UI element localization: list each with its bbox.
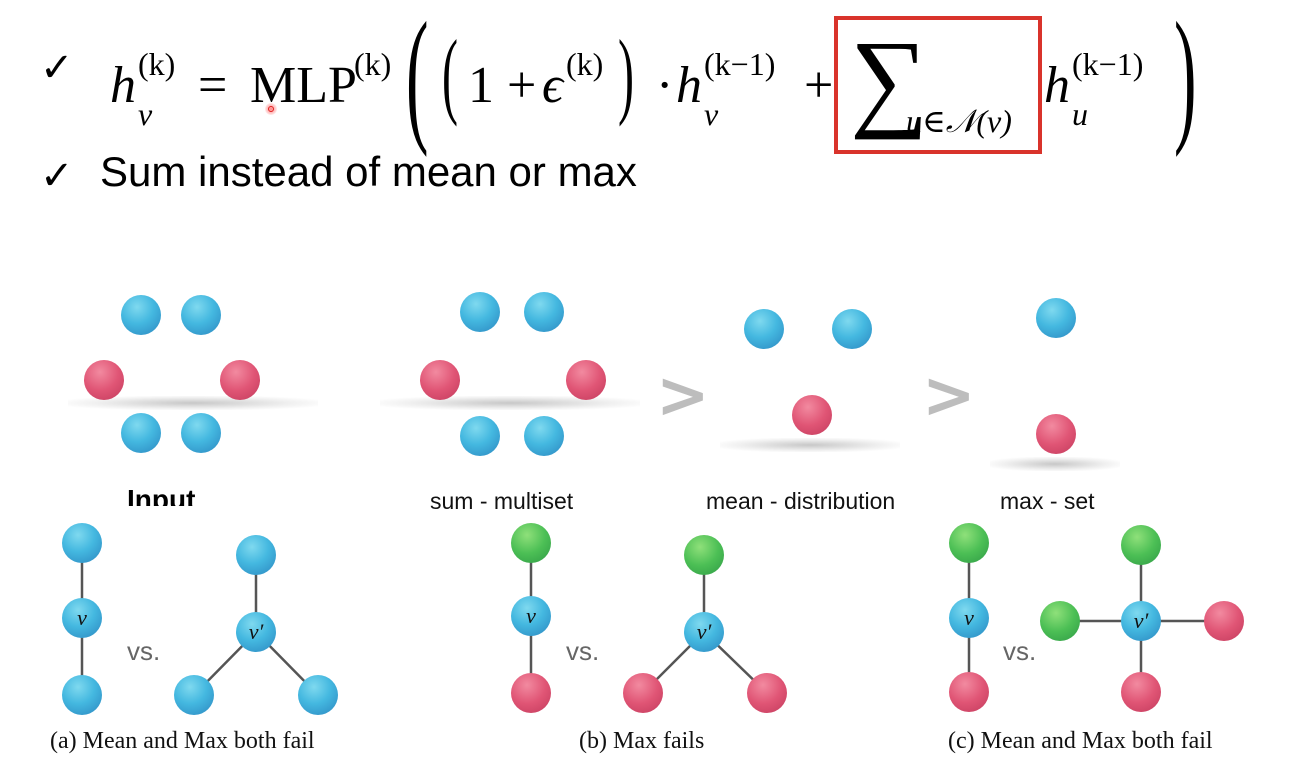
example-c-node xyxy=(949,523,989,563)
example-b-node-v-prime: v′ xyxy=(684,612,724,652)
example-c-node xyxy=(1040,601,1080,641)
vs-label: vs. xyxy=(127,636,161,666)
example-b-node-v: v xyxy=(511,596,551,636)
node-v-label: v xyxy=(77,605,87,630)
example-a-node xyxy=(62,675,102,715)
example-a-node xyxy=(298,675,338,715)
node-v-prime-label: v′ xyxy=(248,619,264,644)
example-b-node xyxy=(684,535,724,575)
example-a-node xyxy=(174,675,214,715)
example-a-node-v: v xyxy=(62,598,102,638)
example-c-node-v: v xyxy=(949,598,989,638)
example-b-node xyxy=(623,673,663,713)
example-b-node xyxy=(511,523,551,563)
node-v-prime-label: v′ xyxy=(1133,608,1149,633)
node-v-label: v xyxy=(526,603,536,628)
node-v-label: v xyxy=(964,605,974,630)
example-a-node xyxy=(236,535,276,575)
example-a-node xyxy=(62,523,102,563)
example-b-node xyxy=(747,673,787,713)
caption-b: (b) Max fails xyxy=(579,728,705,754)
example-edges xyxy=(80,543,1224,696)
caption-c: (c) Mean and Max both fail xyxy=(948,728,1213,754)
example-c-node xyxy=(949,672,989,712)
example-c-node xyxy=(1121,672,1161,712)
vs-label: vs. xyxy=(1003,636,1037,666)
example-c-node xyxy=(1204,601,1244,641)
vs-label: vs. xyxy=(566,636,600,666)
example-a-node-v-prime: v′ xyxy=(236,612,276,652)
example-b-node xyxy=(511,673,551,713)
example-c-node-v-prime: v′ xyxy=(1121,601,1161,641)
example-c-node xyxy=(1121,525,1161,565)
caption-a: (a) Mean and Max both fail xyxy=(50,728,315,754)
node-v-prime-label: v′ xyxy=(696,619,712,644)
